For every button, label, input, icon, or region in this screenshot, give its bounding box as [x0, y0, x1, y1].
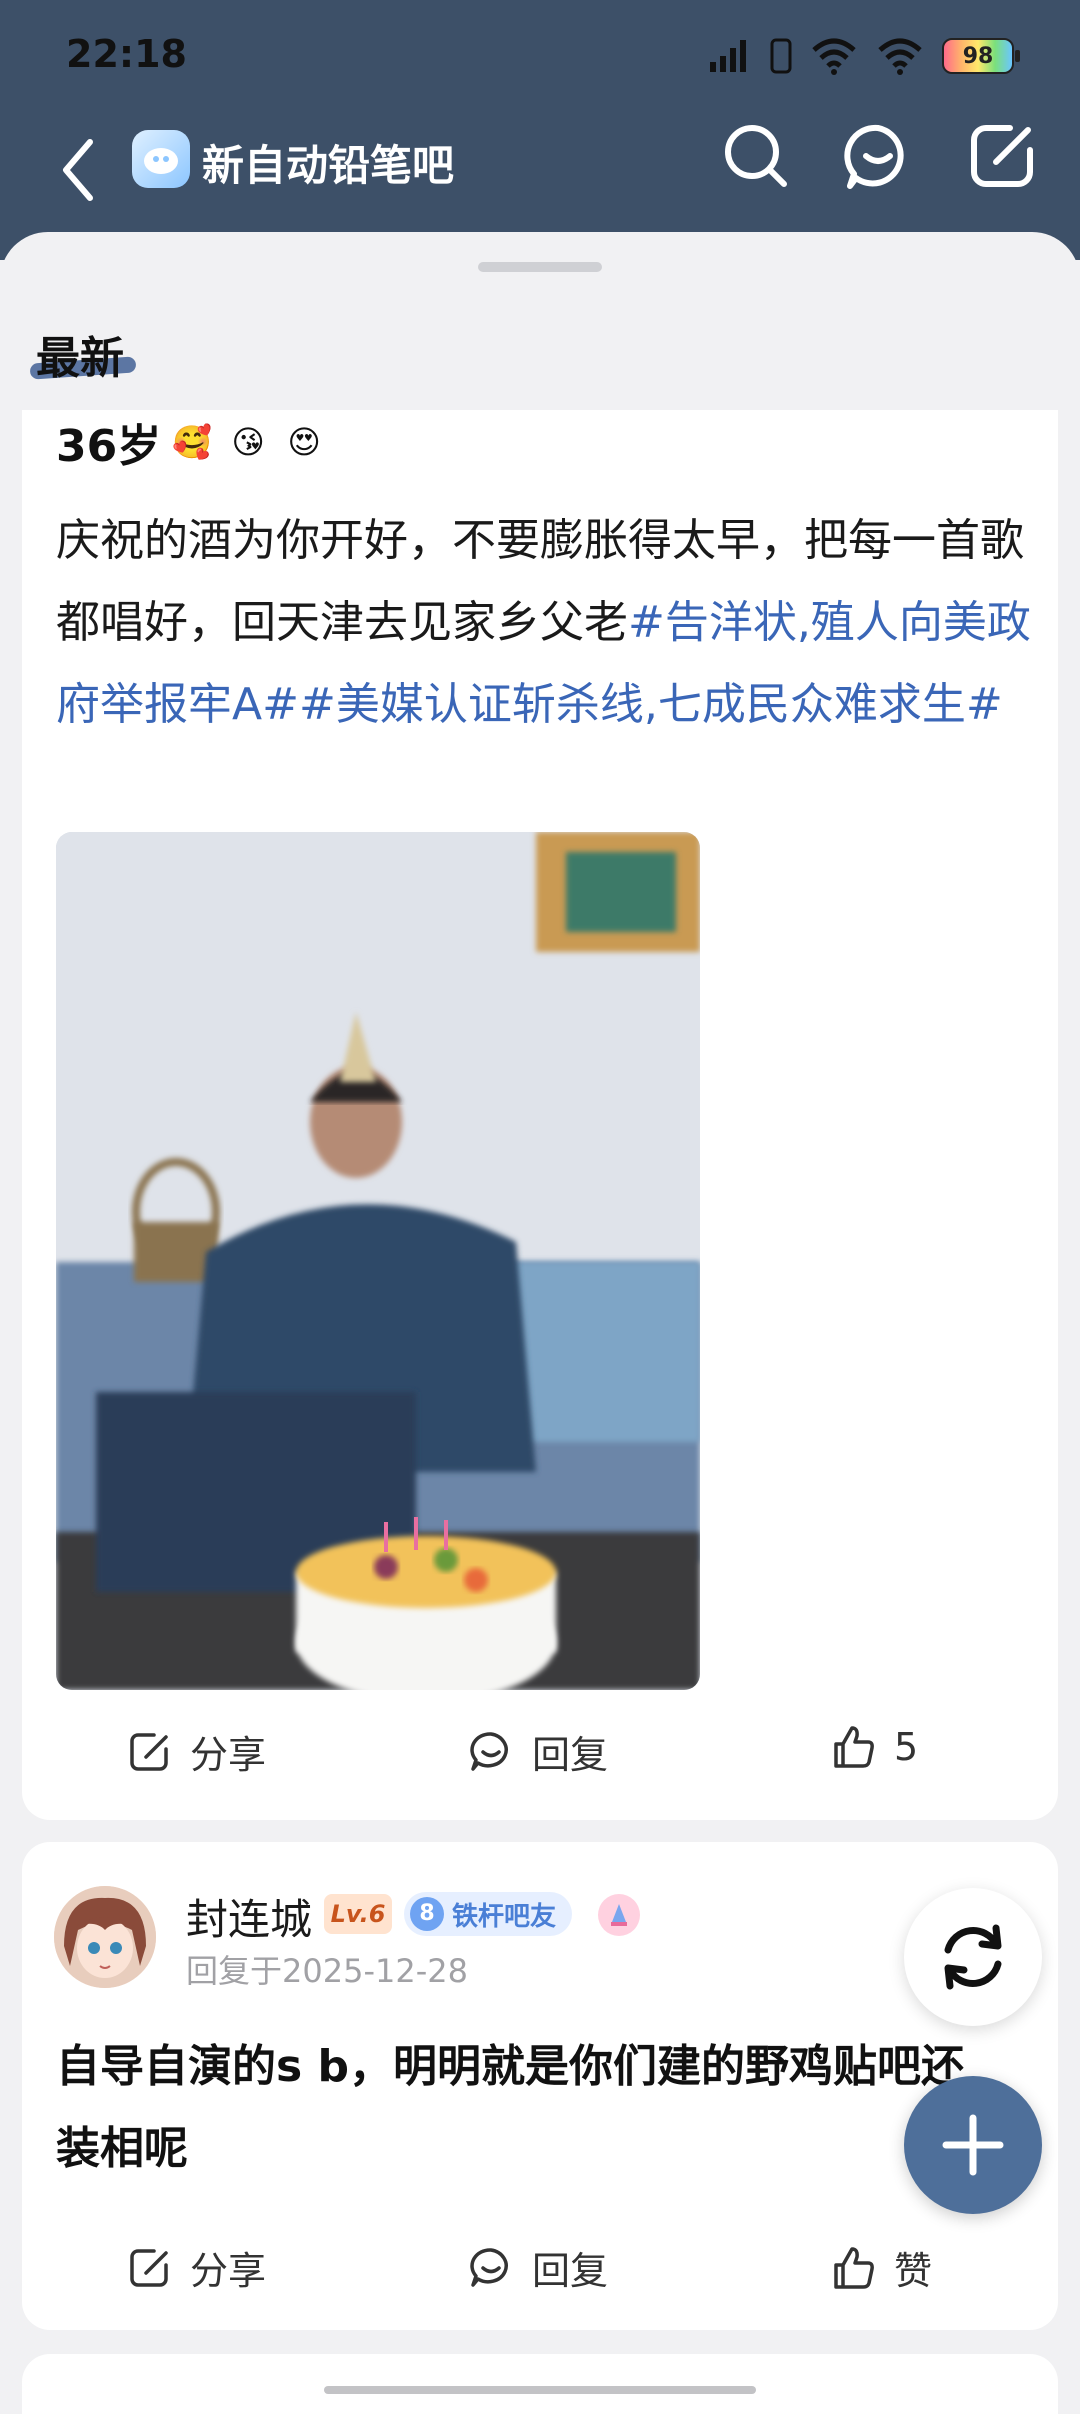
nav-bar: 新自动铅笔吧 [0, 110, 1080, 230]
refresh-button[interactable] [904, 1888, 1042, 2026]
comment-share-button[interactable]: 分享 [126, 2240, 266, 2295]
thumbs-up-icon [834, 2246, 874, 2289]
compose-icon[interactable] [966, 120, 1038, 192]
comment-share-label: 分享 [190, 2249, 267, 2293]
sim-icon [770, 38, 792, 74]
level-badge: Lv.6 [324, 1894, 392, 1934]
share-icon [130, 2248, 168, 2287]
section-title[interactable]: 最新 [36, 322, 124, 386]
post-title: 36岁 🥰 😘 😍 [56, 410, 329, 474]
wifi-icon-2 [878, 38, 922, 75]
forum-logo[interactable] [132, 130, 190, 188]
home-indicator[interactable] [324, 2386, 756, 2394]
birthday-photo-image [56, 832, 700, 1690]
comment-text: 自导自演的s b，明明就是你们建的野鸡贴吧还装相呢 [56, 2041, 966, 2174]
username[interactable]: 封连城 [186, 1886, 312, 1947]
comment-card[interactable]: 封连城 Lv.6 8 铁杆吧友 回复于2025-12-28 自导自演的s b，明… [22, 1842, 1058, 2330]
member-badge-icon [598, 1894, 640, 1936]
plus-icon [942, 2114, 1004, 2176]
reply-time: 回复于2025-12-28 [186, 1952, 468, 1990]
comment-actions: 分享 回复 赞 [22, 2226, 1058, 2306]
fan-badge-title: 铁杆吧友 [452, 1901, 557, 1932]
anime-avatar-image [54, 1886, 156, 1988]
like-count: 5 [894, 1725, 919, 1769]
avatar[interactable] [54, 1886, 156, 1988]
battery-icon: 98 [942, 38, 1020, 74]
wifi-icon [812, 38, 856, 75]
heart-eyes-emoji: 😍 [287, 423, 321, 461]
reply-button[interactable]: 回复 [468, 1724, 608, 1779]
fan-badge-number: 8 [410, 1897, 444, 1931]
status-icons: 98 [708, 34, 1020, 78]
fan-badge: 8 铁杆吧友 [404, 1892, 573, 1936]
comment-icon [470, 1731, 508, 1771]
back-icon[interactable] [52, 130, 102, 210]
drag-handle[interactable] [478, 262, 602, 272]
share-icon [130, 1732, 168, 1771]
battery-level: 98 [962, 43, 994, 69]
kissing-emoji: 😘 [231, 423, 265, 461]
comment-reply-button[interactable]: 回复 [468, 2240, 608, 2295]
signal-icon [710, 40, 746, 72]
add-post-button[interactable] [904, 2076, 1042, 2214]
comment-reply-label: 回复 [532, 2249, 609, 2293]
pencil-logo-icon [144, 148, 178, 174]
forum-title[interactable]: 新自动铅笔吧 [202, 132, 454, 193]
comment-icon [470, 2247, 508, 2287]
comment-like-button[interactable]: 赞 [830, 2240, 932, 2295]
share-label: 分享 [190, 1733, 267, 1777]
search-icon[interactable] [720, 120, 792, 192]
post-body: 庆祝的酒为你开好，不要膨胀得太早，把每一首歌都唱好，回天津去见家乡父老#告洋状,… [56, 500, 1046, 746]
next-post-card[interactable] [22, 2354, 1058, 2414]
thumbs-up-icon [834, 1726, 874, 1768]
status-bar: 22:18 98 [0, 0, 1080, 110]
like-button[interactable]: 5 [830, 1724, 918, 1770]
post-card[interactable]: 36岁 🥰 😘 😍 庆祝的酒为你开好，不要膨胀得太早，把每一首歌都唱好，回天津去… [22, 410, 1058, 1820]
smiling-hearts-emoji: 🥰 [172, 423, 213, 461]
status-time: 22:18 [66, 32, 187, 76]
refresh-icon [944, 1924, 1002, 1990]
post-photo[interactable] [56, 832, 700, 1690]
post-title-text: 36岁 [56, 421, 162, 472]
reply-label: 回复 [532, 1733, 609, 1777]
top-bar: 22:18 98 新自动铅笔吧 [0, 0, 1080, 260]
post-actions: 分享 回复 5 [22, 1710, 1058, 1790]
share-button[interactable]: 分享 [126, 1724, 266, 1779]
comment-like-label: 赞 [894, 2249, 933, 2293]
message-icon[interactable] [842, 120, 914, 192]
